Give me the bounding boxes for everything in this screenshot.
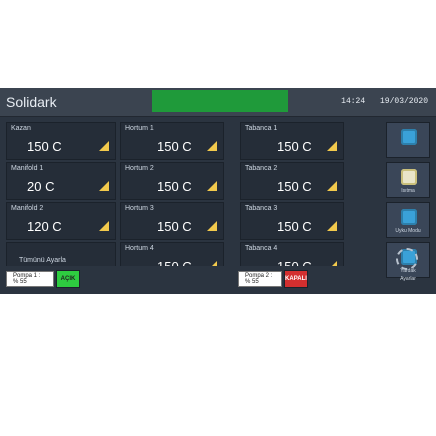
warning-triangle-icon <box>207 221 217 231</box>
pump1-label: Pompa 1 : % 55 <box>6 271 54 287</box>
warning-triangle-icon <box>327 181 337 191</box>
tabanca1-value: 150 C <box>277 139 312 154</box>
warning-triangle-icon <box>99 181 109 191</box>
settings-button[interactable]: Ayarlar <box>386 246 430 292</box>
manifold1-value: 20 C <box>27 179 55 194</box>
kazan-cell[interactable]: Kazan 150 C <box>6 122 116 160</box>
hortum1-title: Hortum 1 <box>125 125 154 132</box>
thermometer-icon <box>401 129 417 145</box>
hortum1-value: 150 C <box>157 139 192 154</box>
hortum-column: Hortum 1 150 C Hortum 2 150 C Hortum 3 1… <box>120 122 224 282</box>
heater-button[interactable]: Isıtma <box>386 162 430 198</box>
tabanca1-cell[interactable]: Tabanca 1 150 C <box>240 122 344 160</box>
settings-label: Ayarlar <box>400 276 416 282</box>
hortum3-title: Hortum 3 <box>125 205 154 212</box>
set-all-label: Tümünü Ayarla <box>19 257 66 264</box>
kazan-title: Kazan <box>11 125 31 132</box>
thermometer-button[interactable] <box>386 122 430 158</box>
manifold2-title: Manifold 2 <box>11 205 44 212</box>
manifold1-title: Manifold 1 <box>11 165 44 172</box>
datetime: 14:24 19/03/2020 <box>331 97 428 106</box>
tabanca3-cell[interactable]: Tabanca 3 150 C <box>240 202 344 240</box>
pump2-label: Pompa 2 : % 55 <box>238 271 282 287</box>
status-strip <box>152 90 288 112</box>
warning-triangle-icon <box>327 221 337 231</box>
time-text: 14:24 <box>341 97 366 106</box>
pump1-control[interactable]: Pompa 1 : % 55 AÇIK <box>6 270 80 288</box>
tabanca3-value: 150 C <box>277 219 312 234</box>
sleep-label: Uyku Modu <box>395 228 421 234</box>
heater-label: Isıtma <box>401 188 415 194</box>
left-column: Kazan 150 C Manifold 1 20 C Manifold 2 1… <box>6 122 116 282</box>
hortum3-value: 150 C <box>157 219 192 234</box>
heater-icon <box>401 169 417 185</box>
app-title: Solidark <box>6 94 57 110</box>
pump2-state-button[interactable]: KAPALI <box>284 270 308 288</box>
warning-triangle-icon <box>99 221 109 231</box>
hortum2-title: Hortum 2 <box>125 165 154 172</box>
manifold2-value: 120 C <box>27 219 62 234</box>
warning-triangle-icon <box>207 181 217 191</box>
kazan-value: 150 C <box>27 139 62 154</box>
tabanca-column: Tabanca 1 150 C Tabanca 2 150 C Tabanca … <box>240 122 344 282</box>
tabanca4-title: Tabanca 4 <box>245 245 278 252</box>
tabanca3-title: Tabanca 3 <box>245 205 278 212</box>
hortum1-cell[interactable]: Hortum 1 150 C <box>120 122 224 160</box>
hmi-screen: Solidark 14:24 19/03/2020 Kazan 150 C Ma… <box>0 88 436 294</box>
gear-icon <box>396 248 418 270</box>
date-text: 19/03/2020 <box>379 97 428 106</box>
manifold2-cell[interactable]: Manifold 2 120 C <box>6 202 116 240</box>
pump2-control[interactable]: Pompa 2 : % 55 KAPALI <box>238 270 308 288</box>
tabanca2-cell[interactable]: Tabanca 2 150 C <box>240 162 344 200</box>
hortum2-cell[interactable]: Hortum 2 150 C <box>120 162 224 200</box>
hortum2-value: 150 C <box>157 179 192 194</box>
top-bar: Solidark 14:24 19/03/2020 <box>0 88 436 117</box>
bottom-bar: Pompa 1 : % 55 AÇIK Pompa 2 : % 55 KAPAL… <box>0 266 384 294</box>
hortum3-cell[interactable]: Hortum 3 150 C <box>120 202 224 240</box>
tabanca1-title: Tabanca 1 <box>245 125 278 132</box>
sleep-button[interactable]: Uyku Modu <box>386 202 430 238</box>
manifold1-cell[interactable]: Manifold 1 20 C <box>6 162 116 200</box>
hortum4-title: Hortum 4 <box>125 245 154 252</box>
warning-triangle-icon <box>207 141 217 151</box>
warning-triangle-icon <box>327 141 337 151</box>
tabanca2-title: Tabanca 2 <box>245 165 278 172</box>
pump1-state-button[interactable]: AÇIK <box>56 270 80 288</box>
warning-triangle-icon <box>99 141 109 151</box>
tabanca2-value: 150 C <box>277 179 312 194</box>
sleep-icon <box>401 209 417 225</box>
